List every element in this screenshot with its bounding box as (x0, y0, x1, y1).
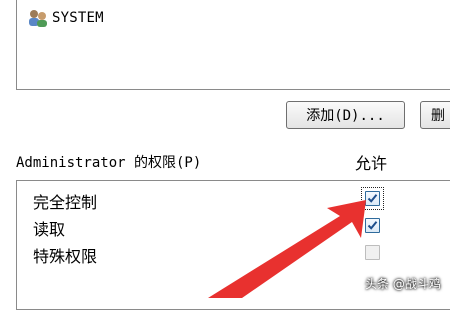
special-permissions-allow-checkbox (365, 245, 380, 260)
remove-button[interactable]: 删 (420, 101, 450, 129)
read-allow-checkbox[interactable] (365, 218, 380, 233)
permissions-header: Administrator 的权限(P) (16, 155, 202, 171)
user-label: SYSTEM (52, 10, 104, 26)
permission-label-full-control: 完全控制 (33, 193, 98, 212)
permission-label-read: 读取 (33, 220, 66, 239)
add-button[interactable]: 添加(D)... (286, 101, 405, 129)
watermark-text: 头条 @战斗鸡 (365, 277, 441, 291)
add-button-label: 添加(D)... (306, 108, 385, 124)
allow-column-header: 允许 (355, 154, 388, 173)
user-item-system[interactable]: SYSTEM (27, 7, 104, 29)
user-group-icon (27, 8, 49, 28)
full-control-allow-checkbox[interactable] (365, 191, 380, 206)
watermark: 头条 @战斗鸡 (365, 275, 441, 292)
permission-label-special: 特殊权限 (33, 247, 98, 266)
remove-button-label: 删 (431, 108, 445, 124)
group-user-list[interactable]: SYSTEM (16, 0, 450, 90)
